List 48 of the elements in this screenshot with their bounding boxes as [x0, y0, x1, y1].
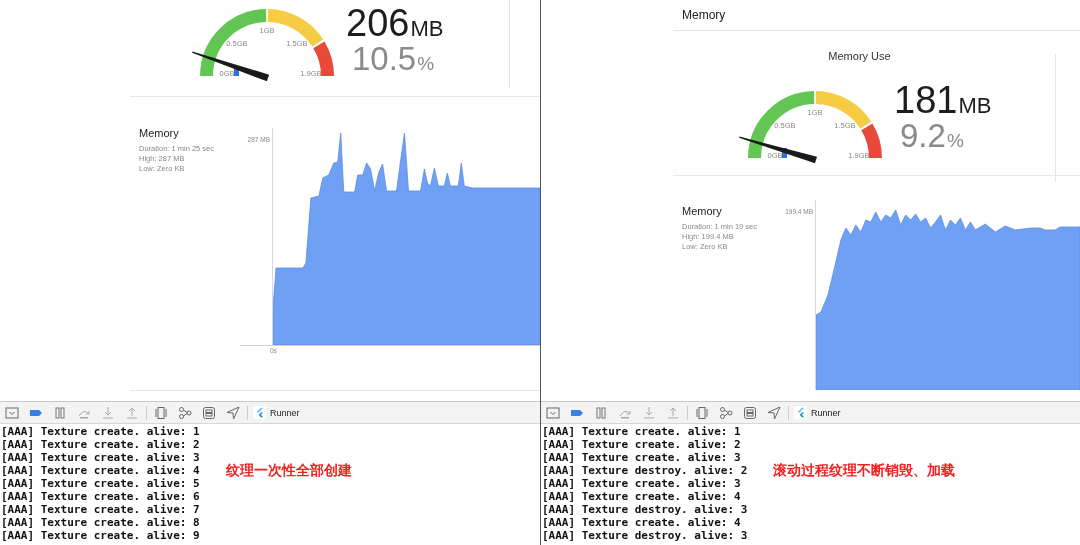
console-line: [AAA] Texture create. alive: 3: [1, 451, 200, 464]
pause-icon[interactable]: [594, 405, 608, 420]
console-line: [AAA] Texture create. alive: 2: [542, 438, 742, 451]
memory-unit: MB: [410, 16, 444, 42]
console-line: [AAA] Texture destroy. alive: 2: [542, 464, 748, 477]
scheme-target[interactable]: Runner: [794, 406, 841, 419]
annotation-text: 纹理一次性全部创建: [225, 462, 352, 480]
gauge-title: Memory Use: [827, 50, 892, 64]
percent-unit: %: [946, 130, 964, 152]
flutter-icon: [253, 406, 266, 419]
graph-title: Memory: [139, 127, 180, 139]
view-hierarchy-icon[interactable]: [154, 405, 168, 420]
step-into-icon[interactable]: [642, 405, 656, 420]
console-line: [AAA] Texture create. alive: 1: [542, 425, 742, 438]
memory-unit: MB: [958, 93, 992, 119]
step-into-icon[interactable]: [101, 405, 115, 420]
console-line: [AAA] Texture create. alive: 4: [1, 464, 200, 477]
console-line: [AAA] Texture create. alive: 8: [1, 516, 200, 529]
nodes-icon[interactable]: [719, 405, 733, 420]
console-line: [AAA] Texture destroy. alive: 3: [542, 529, 748, 542]
step-out-icon[interactable]: [125, 405, 139, 420]
console-line: [AAA] Texture create. alive: 3: [542, 451, 742, 464]
environment-icon[interactable]: [743, 405, 757, 420]
console-toggle-icon[interactable]: [546, 405, 560, 420]
view-hierarchy-icon[interactable]: [695, 405, 709, 420]
nodes-icon[interactable]: [178, 405, 192, 420]
location-icon[interactable]: [226, 405, 240, 420]
step-out-icon[interactable]: [666, 405, 680, 420]
console-toggle-icon[interactable]: [5, 405, 19, 420]
pause-icon[interactable]: [53, 405, 67, 420]
console-line: [AAA] Texture create. alive: 4: [542, 490, 742, 503]
percent-unit: %: [417, 53, 435, 75]
location-icon[interactable]: [767, 405, 781, 420]
console-line: [AAA] Texture create. alive: 6: [1, 490, 200, 503]
console-line: [AAA] Texture create. alive: 4: [542, 516, 742, 529]
console-line: [AAA] Texture create. alive: 2: [1, 438, 200, 451]
console-line: [AAA] Texture destroy. alive: 3: [542, 503, 748, 516]
annotation-text: 滚动过程纹理不断销毁、加载: [773, 462, 956, 480]
section-title: Memory: [682, 8, 726, 22]
flutter-icon: [794, 406, 807, 419]
environment-icon[interactable]: [202, 405, 216, 420]
console-line: [AAA] Texture create. alive: 1: [1, 425, 200, 438]
console-line: [AAA] Texture create. alive: 7: [1, 503, 200, 516]
console-line: [AAA] Texture create. alive: 3: [542, 477, 742, 490]
graph-title: Memory: [682, 205, 723, 217]
scheme-target[interactable]: Runner: [253, 406, 300, 419]
console-line: [AAA] Texture create. alive: 9: [1, 529, 200, 542]
console-line: [AAA] Texture create. alive: 5: [1, 477, 200, 490]
